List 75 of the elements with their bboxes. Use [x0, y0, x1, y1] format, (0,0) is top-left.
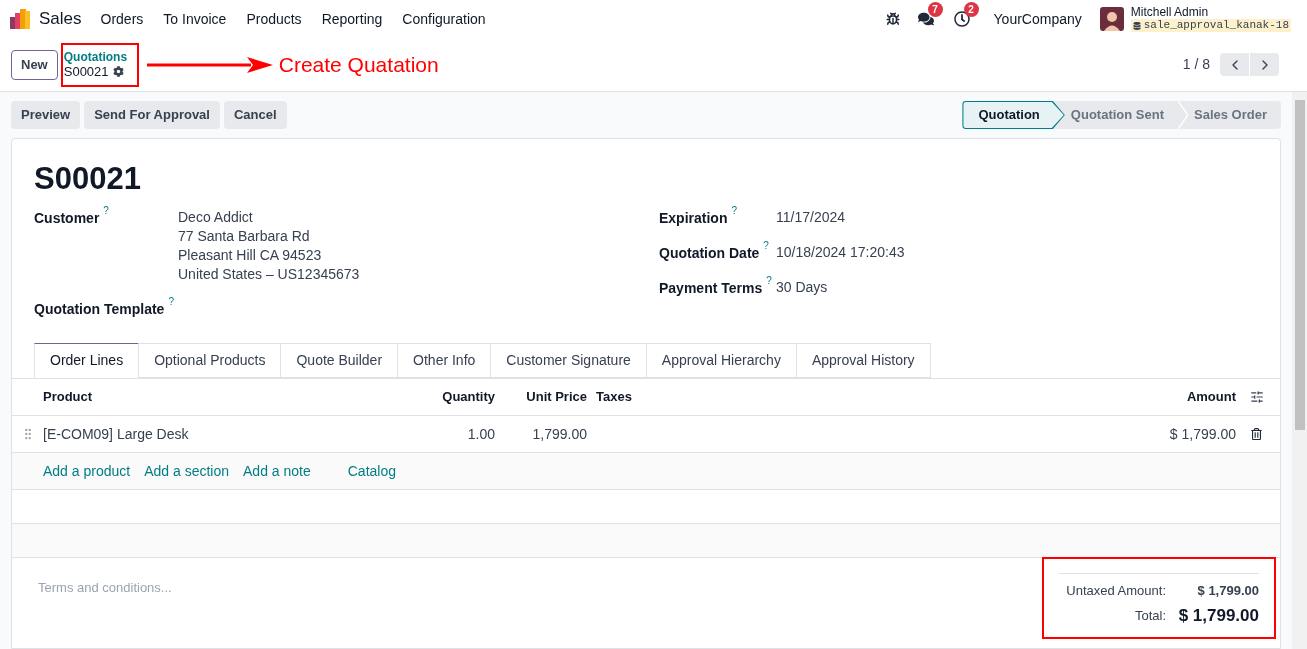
new-button[interactable]: New [11, 49, 58, 80]
help-mark[interactable]: ? [766, 276, 772, 286]
count-badge: 7 [927, 2, 943, 17]
table-cell[interactable]: 1.00 [403, 423, 495, 445]
field-value: 77 Santa Barbara Rd [178, 227, 311, 246]
help-mark[interactable]: ? [168, 297, 174, 307]
scrollbar[interactable] [1292, 92, 1307, 649]
field-value[interactable]: 10/18/2024 17:20:43 [776, 243, 905, 262]
column-header[interactable]: Taxes [587, 387, 1121, 407]
breadcrumb-link[interactable]: Quotations [63, 49, 137, 64]
record-name: S00021 [63, 63, 109, 80]
status-step[interactable]: Sales Order [1188, 101, 1281, 129]
app-logo[interactable] [10, 9, 32, 29]
action-button[interactable]: Cancel [223, 101, 287, 129]
annotation-text: Create Quatation [278, 51, 439, 78]
status-step[interactable]: Quotation [962, 101, 1065, 129]
database-icon [1132, 21, 1141, 30]
user-name[interactable]: Mitchell Admin [1130, 6, 1291, 19]
status-step[interactable]: Quotation Sent [1064, 101, 1178, 129]
column-header[interactable]: Product [43, 387, 403, 407]
field-label: Quotation Date [659, 244, 760, 263]
pager-value[interactable]: 1 / 8 [1182, 54, 1210, 75]
add-line-link[interactable]: Add a section [144, 460, 229, 482]
menu-item[interactable]: Orders [90, 8, 154, 30]
menu-item[interactable]: Reporting [311, 8, 393, 30]
table-cell[interactable]: 1,799.00 [495, 423, 587, 445]
tab[interactable]: Quote Builder [280, 343, 399, 378]
column-header[interactable]: Amount [1121, 387, 1241, 407]
field-label: Payment Terms [659, 279, 763, 298]
count-badge: 2 [963, 2, 979, 17]
clock-icon[interactable] [953, 11, 970, 27]
action-button[interactable]: Send For Approval [84, 101, 220, 129]
tab[interactable]: Customer Signature [490, 343, 647, 378]
field-value[interactable]: Deco Addict [178, 208, 360, 227]
tab[interactable]: Approval History [795, 343, 931, 378]
total-label: Total: [1133, 606, 1166, 625]
tab[interactable]: Optional Products [138, 343, 282, 378]
menu-item[interactable]: Configuration [392, 8, 496, 30]
app-name[interactable]: Sales [39, 6, 82, 32]
tab[interactable]: Order Lines [34, 343, 140, 378]
action-button[interactable]: Preview [11, 101, 81, 129]
add-line-link[interactable]: Add a product [43, 460, 131, 482]
total-value: $ 1,799.00 [1177, 604, 1259, 627]
total-label: Untaxed Amount: [1065, 582, 1166, 600]
bug-icon[interactable] [885, 12, 900, 26]
user-avatar[interactable] [1099, 7, 1124, 31]
record-title: S00021 [34, 160, 142, 198]
column-header[interactable]: Quantity [403, 387, 495, 407]
help-mark[interactable]: ? [731, 206, 738, 216]
add-line-link[interactable]: Catalog [347, 460, 396, 482]
help-mark[interactable]: ? [103, 206, 109, 216]
column-settings-icon[interactable] [1250, 390, 1264, 404]
company-switcher[interactable]: YourCompany [993, 8, 1082, 30]
field-value[interactable]: 30 Days [776, 278, 828, 297]
field-value[interactable]: 11/17/2024 [776, 208, 846, 227]
table-cell[interactable]: [E-COM09] Large Desk [43, 423, 403, 445]
field-value: United States – US12345673 [178, 265, 360, 284]
field-label: Expiration [659, 209, 728, 228]
tab[interactable]: Approval Hierarchy [645, 343, 797, 378]
settings-icon[interactable] [112, 66, 124, 77]
total-value: $ 1,799.00 [1196, 582, 1259, 600]
menu-item[interactable]: To Invoice [153, 8, 237, 30]
field-label: Quotation Template [34, 300, 165, 319]
field-label: Customer [34, 209, 100, 228]
help-mark[interactable]: ? [763, 241, 769, 251]
field-value: Pleasant Hill CA 94523 [178, 246, 323, 265]
step-separator [1178, 101, 1188, 129]
table-cell[interactable]: $ 1,799.00 [1121, 423, 1241, 445]
add-line-link[interactable]: Add a note [243, 460, 311, 482]
chat-icon[interactable] [917, 11, 934, 27]
tab[interactable]: Other Info [397, 343, 492, 378]
column-header[interactable]: Unit Price [495, 387, 587, 407]
menu-item[interactable]: Products [236, 8, 312, 30]
delete-icon[interactable] [1251, 428, 1262, 440]
database-name: sale_approval_kanak-18 [1143, 19, 1289, 32]
